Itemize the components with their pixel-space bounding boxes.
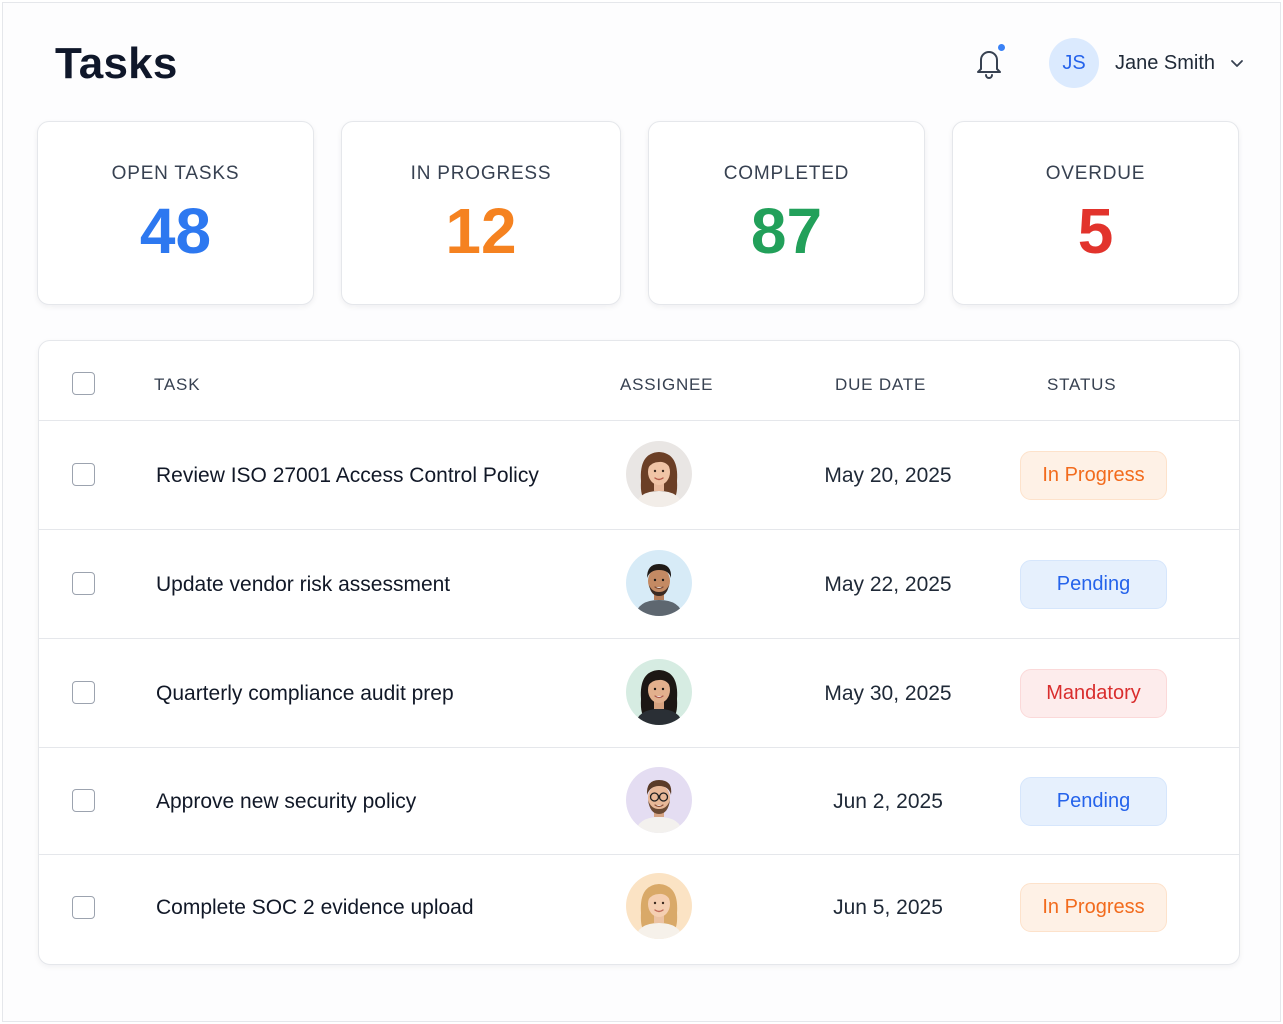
column-header-status[interactable]: STATUS [1047,375,1116,395]
avatar-woman-dark-hair-icon [626,659,692,725]
due-date: May 30, 2025 [824,682,952,705]
stat-value: 12 [445,195,517,267]
stat-card-in-progress: IN PROGRESS 12 [341,121,621,305]
task-title[interactable]: Approve new security policy [156,790,416,814]
due-date: Jun 5, 2025 [833,896,943,919]
row-checkbox[interactable] [72,463,95,486]
table-row[interactable]: Complete SOC 2 evidence upload Jun 5, 20… [39,855,1239,964]
due-date: Jun 2, 2025 [833,790,943,813]
table-header: TASK ASSIGNEE DUE DATE STATUS [39,341,1239,421]
avatar-woman-brown-hair-icon [626,441,692,507]
stat-card-completed: COMPLETED 87 [648,121,925,305]
task-title[interactable]: Complete SOC 2 evidence upload [156,896,474,920]
status-badge: Mandatory [1020,669,1167,718]
column-header-task[interactable]: TASK [154,375,200,395]
stat-label: OVERDUE [1045,163,1146,184]
avatar-man-glasses-beard-icon [626,767,692,833]
table-row[interactable]: Approve new security policy Jun 2, 2025 … [39,748,1239,855]
avatar-man-dark-hair-icon [626,550,692,616]
user-avatar: JS [1049,38,1099,88]
stat-label: OPEN TASKS [111,163,240,184]
stat-value: 48 [139,195,212,267]
tasks-table: TASK ASSIGNEE DUE DATE STATUS Review ISO… [38,340,1240,965]
row-checkbox[interactable] [72,896,95,919]
column-header-due-date[interactable]: DUE DATE [835,375,926,395]
row-checkbox[interactable] [72,681,95,704]
stat-card-overdue: OVERDUE 5 [952,121,1239,305]
table-row[interactable]: Update vendor risk assessment May 22, 20… [39,530,1239,639]
avatar-woman-blonde-hair-icon [626,873,692,939]
due-date: May 20, 2025 [824,464,952,487]
task-title[interactable]: Update vendor risk assessment [156,573,450,597]
status-badge: In Progress [1020,451,1167,500]
row-checkbox[interactable] [72,789,95,812]
stat-value: 5 [1077,195,1114,267]
notification-dot [996,42,1007,53]
table-row[interactable]: Review ISO 27001 Access Control Policy M… [39,421,1239,530]
app-frame: Tasks JS Jane Smith OPEN TASKS 48 IN PRO… [2,2,1281,1022]
user-menu[interactable]: JS Jane Smith [1049,37,1245,89]
stat-label: IN PROGRESS [410,163,552,184]
user-name: Jane Smith [1115,51,1216,74]
status-badge: In Progress [1020,883,1167,932]
stat-card-open-tasks: OPEN TASKS 48 [37,121,314,305]
task-title[interactable]: Quarterly compliance audit prep [156,682,454,706]
stat-label: COMPLETED [723,163,850,184]
row-checkbox[interactable] [72,572,95,595]
table-row[interactable]: Quarterly compliance audit prep May 30, … [39,639,1239,748]
status-badge: Pending [1020,777,1167,826]
due-date: May 22, 2025 [824,573,952,596]
column-header-assignee[interactable]: ASSIGNEE [620,375,713,395]
status-badge: Pending [1020,560,1167,609]
select-all-checkbox[interactable] [72,372,95,395]
stat-value: 87 [750,195,823,267]
page-title: Tasks [55,39,178,88]
chevron-down-icon[interactable] [1229,55,1245,71]
task-title[interactable]: Review ISO 27001 Access Control Policy [156,464,539,488]
